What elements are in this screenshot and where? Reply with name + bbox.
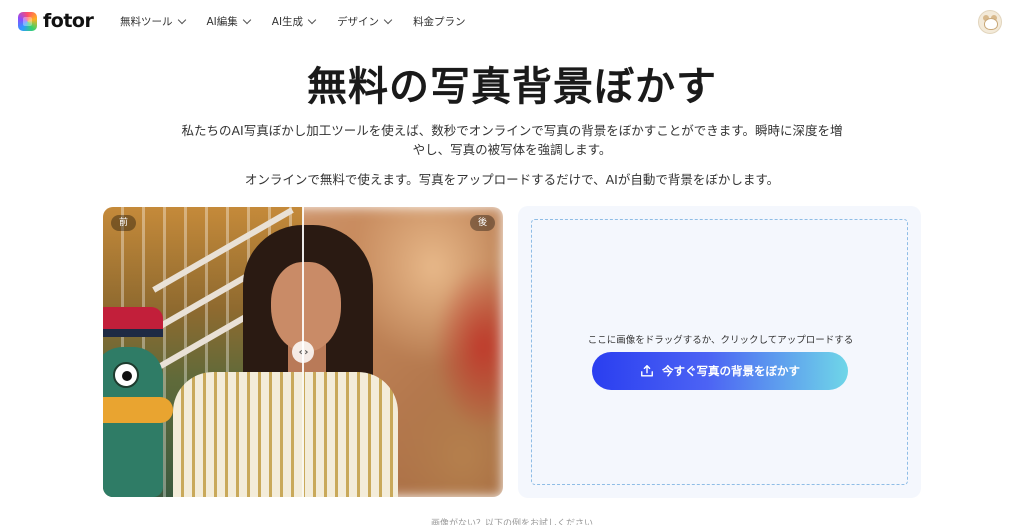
fotor-logo[interactable]: fotor <box>18 10 94 32</box>
nav-item-design[interactable]: デザイン <box>337 14 393 29</box>
chevron-down-icon <box>383 15 393 24</box>
avatar-face <box>984 18 998 30</box>
nav-item-label: デザイン <box>337 16 380 28</box>
page-subtitle: オンラインで無料で使えます。写真をアップロードするだけで、AIが自動で背景をぼか… <box>244 172 780 187</box>
nav-item-label: 料金プラン <box>413 16 466 28</box>
upload-button[interactable]: 今すぐ写真の背景をぼかす <box>592 352 848 390</box>
upload-hint: ここに画像をドラッグするか、クリックしてアップロードする <box>587 335 854 346</box>
nav-item-free-tools[interactable]: 無料ツール <box>120 14 186 29</box>
arrows-left-right-icon: ‹ › <box>298 346 309 358</box>
chevron-down-icon <box>307 15 317 24</box>
nav-item-label: 無料ツール <box>120 16 173 28</box>
upload-panel: ここに画像をドラッグするか、クリックしてアップロードする 今すぐ写真の背景をぼか… <box>518 206 921 498</box>
brand-name: fotor <box>43 10 94 32</box>
nav-item-pricing[interactable]: 料金プラン <box>413 14 466 29</box>
nav-item-ai-edit[interactable]: AI編集 <box>206 14 252 29</box>
nav-item-label: AI生成 <box>271 16 304 28</box>
chevron-down-icon <box>177 15 186 24</box>
after-label: 後 <box>469 215 495 231</box>
page-title: 無料の写真背景ぼかす <box>307 64 717 110</box>
before-after-compare-image[interactable]: ‹ › 前 後 <box>103 207 503 497</box>
user-avatar[interactable] <box>978 10 1002 34</box>
image-drop-zone[interactable]: ここに画像をドラッグするか、クリックしてアップロードする 今すぐ写真の背景をぼか… <box>531 219 908 485</box>
top-navigation-bar: fotor 無料ツール AI編集 AI生成 デザイン 料金プラン <box>0 0 1024 44</box>
subject-face <box>271 262 341 352</box>
upload-icon <box>640 364 654 378</box>
page-description: 私たちのAI写真ぼかし加工ツールを使えば、数秒でオンラインで写真の背景をぼかすこ… <box>181 123 843 157</box>
subject-shirt <box>173 372 398 497</box>
upload-button-label: 今すぐ写真の背景をぼかす <box>662 364 800 378</box>
nav-item-label: AI編集 <box>206 16 238 28</box>
compare-slider-handle[interactable]: ‹ › <box>292 341 314 363</box>
before-label: 前 <box>111 215 137 231</box>
nav-item-ai-generate[interactable]: AI生成 <box>271 14 317 29</box>
fotor-logo-icon <box>18 11 37 31</box>
footer-note: 画像がない？以下の例をお試しください <box>430 519 593 525</box>
chevron-down-icon <box>242 15 252 24</box>
main-nav: 無料ツール AI編集 AI生成 デザイン 料金プラン <box>120 14 488 29</box>
